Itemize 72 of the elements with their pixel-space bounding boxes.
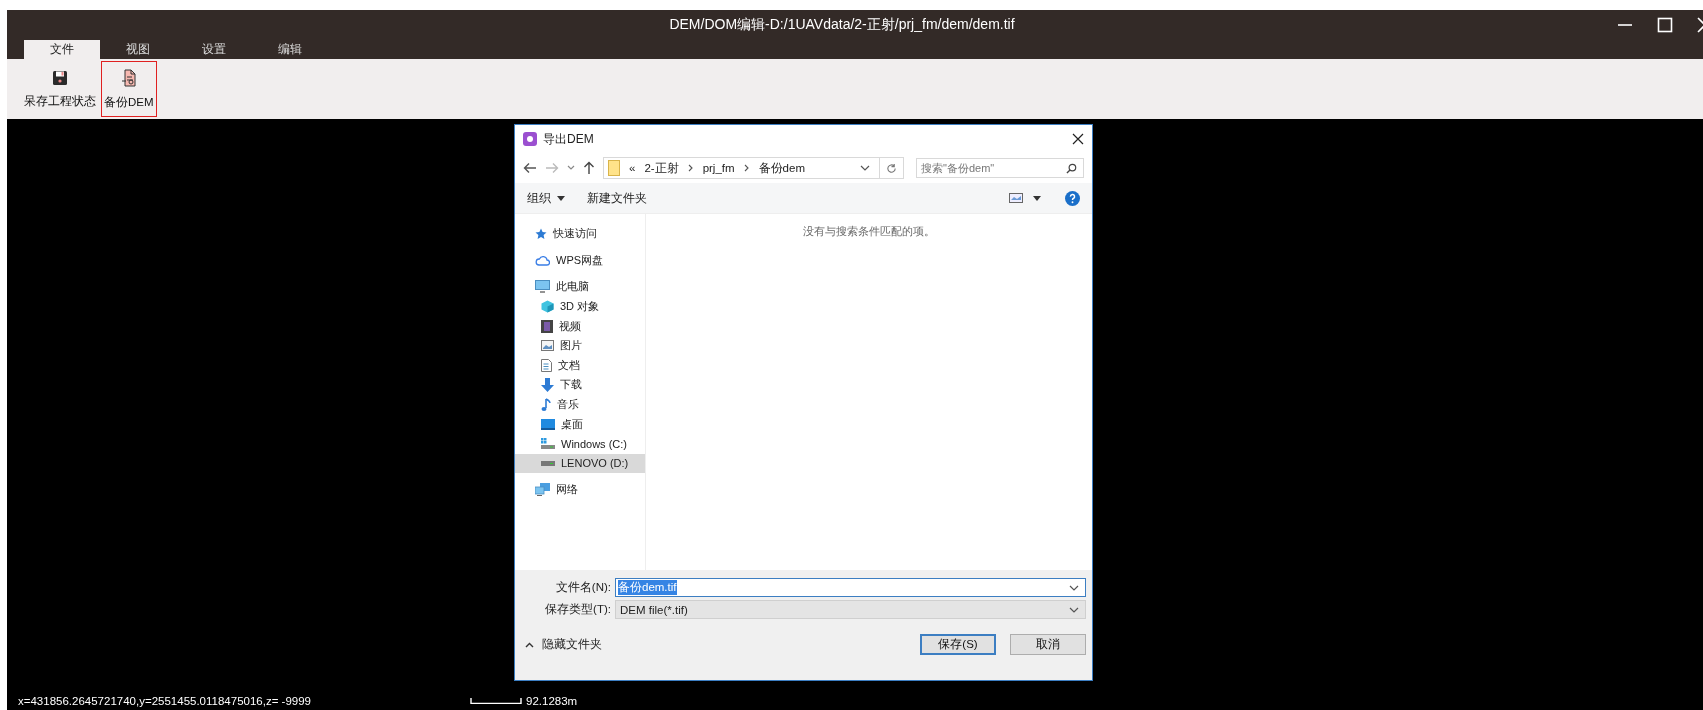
music-note-icon [541, 397, 551, 412]
maximize-icon[interactable] [1657, 17, 1673, 33]
window-title: DEM/DOM编辑-D:/1UAVdata/2-正射/prj_fm/dem/dem.tif [668, 16, 1016, 34]
chevron-right-icon [687, 164, 694, 172]
empty-message: 没有与搜索条件匹配的项。 [803, 224, 935, 238]
chevron-down-icon[interactable] [567, 165, 575, 171]
field-label: 文件名(N): [554, 580, 611, 595]
desktop-icon [541, 418, 555, 430]
filename-field[interactable]: 备份dem.tif [615, 578, 1086, 597]
navigation-item[interactable]: 桌面 [515, 414, 645, 434]
navigation-item[interactable]: 此电脑 [515, 277, 645, 297]
star-icon [535, 227, 547, 240]
chevron-down-icon [1069, 606, 1079, 613]
close-icon[interactable] [1072, 133, 1084, 145]
navigation-item[interactable]: LENOVO (D:) [515, 453, 645, 474]
navigation-item[interactable]: 图片 [515, 335, 645, 356]
dialog-button[interactable]: 取消 [1010, 634, 1086, 655]
help-icon[interactable] [1065, 190, 1080, 206]
document-icon [541, 358, 552, 372]
network-icon [535, 483, 550, 497]
film-icon [541, 319, 553, 333]
chevron-right-icon [743, 164, 750, 172]
document-icon [119, 68, 138, 87]
windows-drive-icon [541, 437, 555, 450]
navigation-item[interactable]: 文档 [515, 355, 645, 376]
ribbon-tab[interactable]: 视图 [100, 40, 176, 59]
folder-icon [608, 160, 620, 176]
navigation-item[interactable]: 3D 对象 [515, 296, 645, 317]
dialog-title: 导出DEM [543, 130, 594, 148]
ribbon-tab[interactable]: 设置 [176, 40, 252, 59]
toolbar-button[interactable]: 呆存工程状态 [21, 61, 99, 117]
ribbon-tab[interactable]: 编辑 [252, 40, 328, 59]
search-field[interactable]: 搜索"备份dem" [916, 158, 1084, 178]
breadcrumb-item[interactable]: 2-正射 [644, 160, 679, 176]
chevron-down-icon [1069, 584, 1079, 591]
back-arrow-icon[interactable] [523, 162, 537, 174]
breadcrumb-prefix[interactable]: « [629, 162, 636, 174]
address-bar[interactable]: « 2-正射 prj_fm 备份dem [603, 157, 904, 179]
search-icon [1066, 163, 1077, 174]
coordinates-readout: x=431856.2645721740,y=2551455.0118475016,z= -9999 [18, 695, 312, 707]
cloud-icon [535, 254, 550, 266]
navigation-item[interactable]: 下载 [515, 375, 645, 395]
down-arrow-icon [541, 377, 554, 392]
scale-label: 92.1283m [526, 695, 578, 707]
breadcrumb-item[interactable]: prj_fm [702, 162, 735, 174]
navigation-item[interactable]: Windows (C:) [515, 433, 645, 454]
image-icon [541, 340, 554, 352]
hide-folders-button[interactable]: 隐藏文件夹 [525, 637, 602, 652]
navigation-item[interactable]: WPS网盘 [515, 250, 645, 271]
toolbar-button[interactable]: 备份DEM [101, 61, 157, 117]
breadcrumb-item[interactable]: 备份dem [758, 160, 805, 176]
view-options-icon[interactable] [1009, 192, 1023, 204]
command-button[interactable]: 新建文件夹 [581, 188, 653, 208]
scale-bar-icon [470, 698, 522, 704]
chevron-up-icon [525, 641, 534, 648]
file-type-dropdown[interactable]: DEM file(*.tif) [615, 600, 1086, 619]
caret-icon[interactable] [1033, 195, 1041, 201]
up-arrow-icon[interactable] [583, 161, 595, 175]
navigation-item[interactable]: 快速访问 [515, 224, 645, 244]
drive-icon [541, 460, 555, 466]
dialog-button[interactable]: 保存(S) [920, 634, 996, 655]
navigation-item[interactable]: 视频 [515, 316, 645, 336]
navigation-item[interactable]: 网络 [515, 480, 645, 500]
monitor-icon [535, 280, 550, 294]
field-label: 保存类型(T): [544, 602, 611, 617]
ribbon-tab[interactable]: 文件 [24, 40, 100, 59]
navigation-item[interactable]: 音乐 [515, 394, 645, 415]
cube-icon [541, 300, 554, 314]
command-button[interactable]: 组织 [521, 188, 571, 208]
chevron-down-icon[interactable] [860, 165, 870, 171]
caret-icon [557, 195, 565, 201]
app-icon [523, 132, 537, 146]
